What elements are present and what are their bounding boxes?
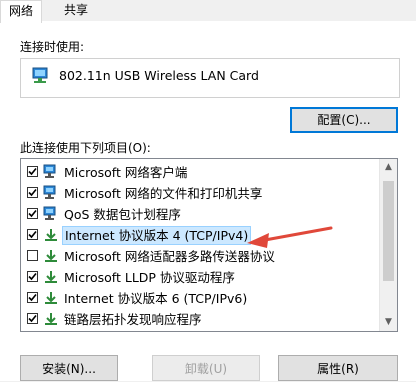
list-item[interactable]: Microsoft LLDP 协议驱动程序 [21, 267, 377, 288]
item-checkbox[interactable] [27, 292, 38, 303]
item-label: Internet 协议版本 4 (TCP/IPv4) [62, 226, 252, 245]
item-label: Microsoft 网络客户端 [64, 165, 188, 180]
item-checkbox[interactable] [27, 166, 38, 177]
protocol-icon [43, 248, 59, 264]
connect-using-label: 连接时使用: [20, 40, 85, 54]
components-list[interactable]: Microsoft 网络客户端 Microsoft 网络的文件和打印机共享 QoS … [20, 158, 398, 332]
adapter-field: 802.11n USB Wireless LAN Card [20, 58, 400, 98]
items-label: 此连接使用下列项目(O): [20, 141, 151, 155]
file-printer-sharing-icon [43, 185, 59, 201]
vertical-scrollbar[interactable]: ▲ ▼ [379, 159, 397, 331]
item-checkbox[interactable] [27, 229, 38, 240]
item-label: Microsoft LLDP 协议驱动程序 [64, 270, 235, 285]
item-label: Internet 协议版本 6 (TCP/IPv6) [64, 291, 248, 306]
adapter-name: 802.11n USB Wireless LAN Card [59, 68, 259, 83]
scrollbar-thumb[interactable] [383, 181, 394, 281]
network-adapter-icon [31, 66, 51, 89]
install-button[interactable]: 安装(N)... [20, 355, 118, 381]
protocol-icon [43, 311, 59, 327]
annotation-arrow-icon [247, 226, 333, 248]
item-label: Microsoft 网络的文件和打印机共享 [64, 186, 263, 201]
item-checkbox[interactable] [27, 187, 38, 198]
list-item[interactable]: Internet 协议版本 6 (TCP/IPv6) [21, 288, 377, 309]
list-item[interactable]: 链路层拓扑发现响应程序 [21, 309, 377, 330]
scroll-down-icon[interactable]: ▼ [380, 314, 397, 331]
protocol-icon [43, 290, 59, 306]
scroll-up-icon[interactable]: ▲ [380, 159, 397, 176]
network-client-icon [43, 164, 59, 180]
item-label: QoS 数据包计划程序 [64, 207, 181, 222]
qos-icon [43, 206, 59, 222]
uninstall-button[interactable]: 卸载(U) [152, 355, 260, 381]
tab-bar: 网络 共享 [0, 0, 416, 23]
item-checkbox[interactable] [27, 250, 38, 261]
protocol-icon [43, 227, 59, 243]
properties-button[interactable]: 属性(R) [278, 355, 398, 381]
tab-network[interactable]: 网络 [0, 0, 43, 23]
tab-sharing[interactable]: 共享 [56, 0, 96, 21]
protocol-icon [43, 269, 59, 285]
item-checkbox[interactable] [27, 208, 38, 219]
list-item[interactable]: Microsoft 网络的文件和打印机共享 [21, 183, 377, 204]
item-label: 链路层拓扑发现响应程序 [64, 312, 202, 327]
list-item[interactable]: Microsoft 网络客户端 [21, 162, 377, 183]
item-checkbox[interactable] [27, 271, 38, 282]
item-checkbox[interactable] [27, 313, 38, 324]
configure-button[interactable]: 配置(C)... [290, 107, 398, 133]
